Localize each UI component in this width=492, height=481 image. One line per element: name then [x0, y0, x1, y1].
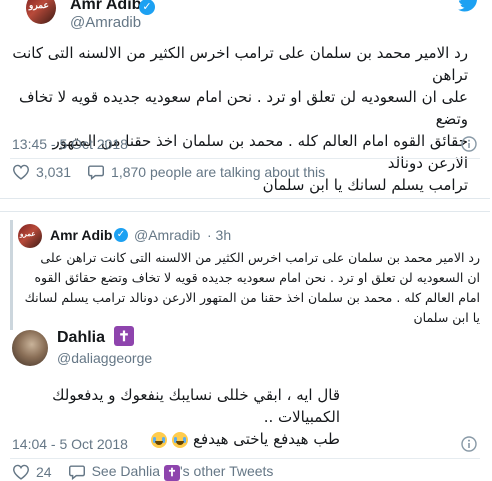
twitter-bird-icon[interactable]	[458, 0, 480, 12]
verified-badge-icon: ✓	[114, 228, 128, 242]
see-suffix: 's other Tweets	[179, 463, 274, 479]
quoted-author-handle[interactable]: @Amradib	[134, 227, 200, 243]
author-handle[interactable]: @Amradib	[70, 14, 141, 31]
speech-bubble-icon[interactable]	[87, 164, 105, 180]
verified-badge-icon: ✓	[139, 0, 155, 15]
tweet-card-amradib[interactable]: عمرو Amr Adib ✓ @Amradib رد الامير محمد …	[0, 0, 490, 199]
tweet-divider	[10, 458, 480, 459]
tweet-card-daliaggeorge[interactable]: عمرو Amr Adib ✓ @Amradib · 3h رد الامير …	[0, 211, 490, 481]
talking-count[interactable]: 1,870 people are talking about this	[111, 164, 325, 180]
tweet-line-text: طب هيدفع ياختى هيدفع	[193, 430, 340, 448]
crying-emoji-icon	[151, 431, 168, 448]
like-count[interactable]: 3,031	[36, 164, 71, 180]
author-name[interactable]: Amr Adib	[70, 0, 141, 14]
tweet-timestamp[interactable]: 13:45 - 5 Oct 2018	[12, 136, 128, 152]
avatar-dahlia[interactable]	[12, 330, 48, 366]
author-handle[interactable]: @daliaggeorge	[57, 350, 152, 366]
crying-emoji-icon	[172, 431, 189, 448]
cross-badge-icon: ✝	[114, 326, 134, 346]
tweet-line: على ان السعوديه لن تعلق او ترد . نحن اما…	[18, 88, 468, 128]
tweet-line: قال ايه ، ابقي خللى نسايبك ينفعوك و يدفع…	[52, 386, 340, 426]
quote-rule	[10, 220, 13, 330]
quoted-author-name[interactable]: Amr Adib	[50, 227, 112, 243]
heart-icon[interactable]	[12, 464, 30, 480]
like-count[interactable]: 24	[36, 464, 52, 480]
tweet-timestamp[interactable]: 14:04 - 5 Oct 2018	[12, 436, 128, 452]
see-prefix: See Dahlia	[91, 463, 161, 479]
author-name[interactable]: Dahlia	[57, 329, 105, 347]
quoted-line: ان السعوديه لن تعلق او ترد . نحن امام سع…	[34, 270, 480, 285]
heart-icon[interactable]	[12, 164, 30, 180]
speech-bubble-icon[interactable]	[68, 464, 86, 480]
info-icon[interactable]	[461, 136, 477, 152]
see-other-tweets-link[interactable]: See Dahlia ✝'s other Tweets	[91, 463, 274, 481]
avatar-logo-text: عمرو	[29, 0, 49, 10]
quoted-avatar-logo-text: عمرو	[20, 231, 36, 238]
avatar-amr-adib[interactable]: عمرو	[26, 0, 56, 24]
quoted-avatar-amr-adib[interactable]: عمرو	[18, 224, 42, 248]
tweet-line: رد الامير محمد بن سلمان على ترامب اخرس ا…	[12, 44, 468, 84]
tweet-actions: 24 See Dahlia ✝'s other Tweets	[12, 463, 273, 481]
quoted-tweet-text: رد الامير محمد بن سلمان على ترامب اخرس ا…	[18, 248, 480, 328]
quoted-line: رد الامير محمد بن سلمان على ترامب اخرس ا…	[40, 250, 480, 265]
cross-badge-icon: ✝	[163, 465, 180, 481]
info-icon[interactable]	[461, 436, 477, 452]
tweet-actions: 3,031 1,870 people are talking about thi…	[12, 164, 325, 180]
quoted-time[interactable]: · 3h	[207, 227, 231, 243]
quoted-line: امام العالم كله . محمد بن سلمان اخذ حقنا…	[24, 290, 480, 305]
tweet-divider	[10, 158, 480, 159]
quoted-line: يا ابن سلمان	[413, 310, 480, 325]
